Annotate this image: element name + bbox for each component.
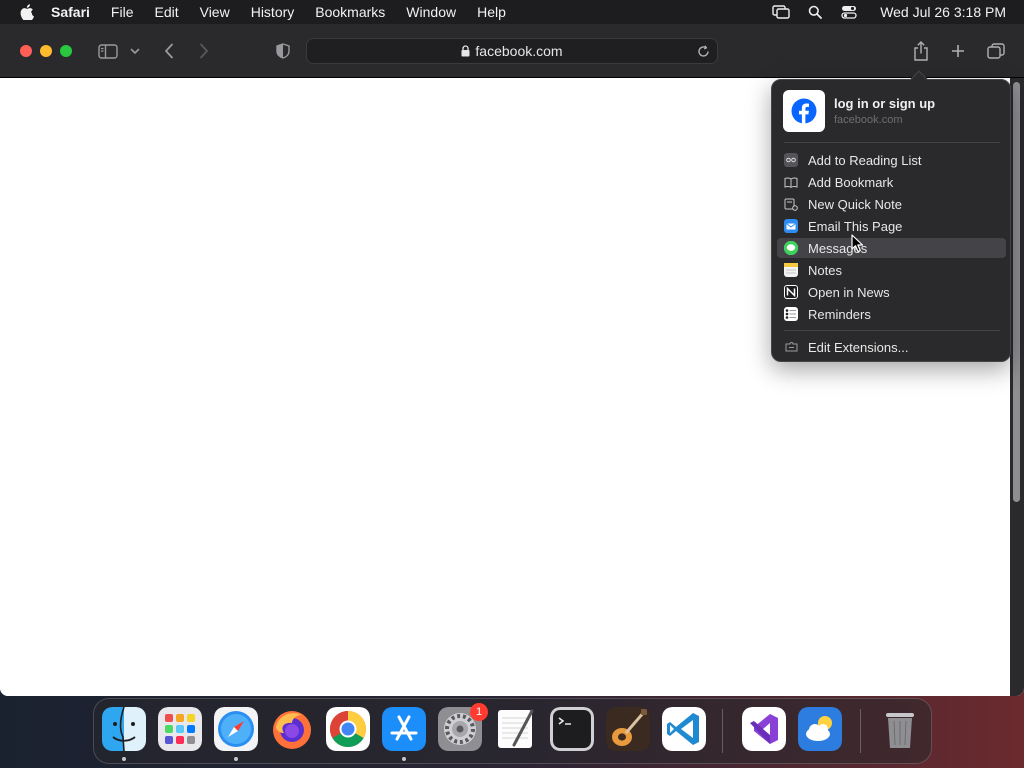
screen-mirroring-icon[interactable] bbox=[772, 4, 790, 20]
share-item-label: Add to Reading List bbox=[808, 152, 922, 168]
menu-file[interactable]: File bbox=[111, 4, 134, 20]
tab-overview-icon[interactable] bbox=[984, 39, 1008, 63]
mail-icon bbox=[784, 219, 798, 233]
finder-running-indicator bbox=[122, 757, 126, 761]
share-item-label: New Quick Note bbox=[808, 196, 902, 212]
system-settings-badge: 1 bbox=[470, 703, 488, 721]
new-tab-plus-icon[interactable] bbox=[946, 39, 970, 63]
safari-toolbar: facebook.com bbox=[0, 24, 1024, 78]
quick-note-icon bbox=[784, 197, 798, 211]
menu-bookmarks[interactable]: Bookmarks bbox=[315, 4, 385, 20]
share-item-label: Open in News bbox=[808, 284, 890, 300]
dock-separator bbox=[860, 709, 861, 753]
menu-edit[interactable]: Edit bbox=[154, 4, 178, 20]
dock-firefox-icon[interactable] bbox=[270, 707, 314, 751]
dock-safari-icon[interactable] bbox=[214, 707, 258, 751]
share-menu: log in or sign up facebook.com Add to Re… bbox=[771, 70, 1011, 362]
share-item-notes[interactable]: Notes bbox=[777, 260, 1006, 280]
share-item-add-bookmark[interactable]: Add Bookmark bbox=[777, 172, 1006, 192]
share-item-label: Add Bookmark bbox=[808, 174, 894, 190]
share-item-open-in-news[interactable]: Open in News bbox=[777, 282, 1006, 302]
dock-visual-studio-icon[interactable] bbox=[742, 707, 786, 751]
notes-icon bbox=[784, 263, 798, 277]
share-icon[interactable] bbox=[909, 39, 933, 63]
maximize-window-button[interactable] bbox=[60, 45, 72, 57]
dock-weather-icon[interactable] bbox=[798, 707, 842, 751]
extensions-icon bbox=[784, 340, 798, 354]
dock-chrome-icon[interactable] bbox=[326, 707, 370, 751]
address-text: facebook.com bbox=[475, 43, 563, 59]
reminders-icon bbox=[784, 307, 798, 321]
dock-vscode-icon[interactable] bbox=[662, 707, 706, 751]
dock-finder-icon[interactable] bbox=[102, 707, 146, 751]
share-item-label: Notes bbox=[808, 262, 842, 278]
menu-bar: Safari File Edit View History Bookmarks … bbox=[0, 0, 1024, 24]
dock-textedit-icon[interactable] bbox=[494, 707, 538, 751]
menubar-clock[interactable]: Wed Jul 26 3:18 PM bbox=[880, 4, 1006, 20]
share-item-label: Email This Page bbox=[808, 218, 903, 234]
control-center-icon[interactable] bbox=[840, 4, 858, 20]
status-area: Wed Jul 26 3:18 PM bbox=[772, 0, 1006, 24]
dock-separator bbox=[722, 709, 723, 753]
scrollbar-thumb[interactable] bbox=[1013, 82, 1020, 502]
back-chevron-icon[interactable] bbox=[157, 39, 181, 63]
share-menu-header: log in or sign up facebook.com bbox=[783, 90, 1001, 132]
facebook-logo-icon bbox=[783, 90, 825, 132]
dock-garageband-icon[interactable] bbox=[606, 707, 650, 751]
sidebar-toggle-icon[interactable] bbox=[95, 39, 121, 63]
menu-app-safari[interactable]: Safari bbox=[51, 4, 90, 20]
news-icon bbox=[784, 285, 798, 299]
share-page-url: facebook.com bbox=[834, 114, 903, 126]
share-item-email-this-page[interactable]: Email This Page bbox=[777, 216, 1006, 236]
spotlight-search-icon[interactable] bbox=[806, 4, 824, 20]
menu-window[interactable]: Window bbox=[406, 4, 456, 20]
menu-history[interactable]: History bbox=[251, 4, 295, 20]
dock bbox=[93, 698, 932, 764]
menu-view[interactable]: View bbox=[200, 4, 230, 20]
close-window-button[interactable] bbox=[20, 45, 32, 57]
menu-help[interactable]: Help bbox=[477, 4, 506, 20]
lock-icon bbox=[461, 45, 470, 57]
safari-running-indicator bbox=[234, 757, 238, 761]
share-page-title: log in or sign up bbox=[834, 96, 936, 111]
reading-list-icon bbox=[784, 153, 798, 167]
scrollbar[interactable] bbox=[1010, 78, 1024, 696]
edit-extensions-label: Edit Extensions... bbox=[808, 339, 909, 355]
share-item-reminders[interactable]: Reminders bbox=[777, 304, 1006, 324]
dock-launchpad-icon[interactable] bbox=[158, 707, 202, 751]
app-store-running-indicator bbox=[402, 757, 406, 761]
apple-menu-icon[interactable] bbox=[18, 4, 36, 20]
share-item-new-quick-note[interactable]: New Quick Note bbox=[777, 194, 1006, 214]
sidebar-dropdown-chevron-icon[interactable] bbox=[126, 39, 144, 63]
minimize-window-button[interactable] bbox=[40, 45, 52, 57]
share-item-label: Reminders bbox=[808, 306, 871, 322]
share-divider-top bbox=[784, 142, 1000, 143]
dock-terminal-icon[interactable] bbox=[550, 707, 594, 751]
share-item-messages[interactable]: Messages bbox=[777, 238, 1006, 258]
mouse-pointer-icon bbox=[851, 234, 865, 254]
forward-chevron-icon bbox=[192, 39, 216, 63]
address-bar[interactable]: facebook.com bbox=[306, 38, 718, 64]
messages-icon bbox=[784, 241, 798, 255]
dock-app-store-icon[interactable] bbox=[382, 707, 426, 751]
privacy-shield-icon[interactable] bbox=[271, 39, 295, 63]
edit-extensions-item[interactable]: Edit Extensions... bbox=[777, 337, 1006, 357]
bookmark-icon bbox=[784, 175, 798, 189]
dock-trash-icon[interactable] bbox=[878, 707, 922, 751]
reload-icon[interactable] bbox=[695, 43, 711, 59]
share-divider-bottom bbox=[784, 330, 1000, 331]
share-item-add-to-reading-list[interactable]: Add to Reading List bbox=[777, 150, 1006, 170]
